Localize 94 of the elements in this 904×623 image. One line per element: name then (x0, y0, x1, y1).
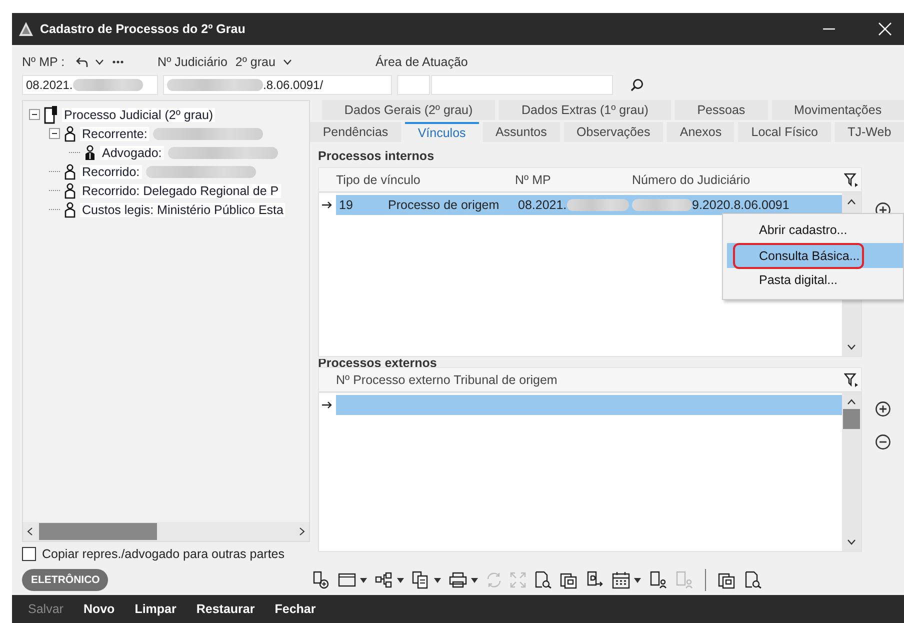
tab[interactable]: Local Físico (738, 122, 831, 142)
caret-icon[interactable] (283, 59, 292, 65)
close-icon[interactable] (878, 22, 892, 36)
document-add-icon[interactable] (312, 571, 330, 589)
tab[interactable]: Movimentações (772, 100, 904, 120)
footer-button[interactable]: Fechar (274, 602, 316, 616)
document-icon (44, 106, 58, 124)
vertical-scrollbar[interactable] (842, 393, 861, 551)
scrollbar-thumb[interactable] (39, 523, 157, 540)
documents-icon[interactable] (718, 571, 736, 589)
field-label: Nº Judiciário (158, 55, 228, 69)
documents-icon[interactable] (560, 571, 578, 589)
tab[interactable]: Dados Gerais (2º grau) (322, 100, 496, 120)
column-header[interactable]: Número do Judiciário (632, 172, 832, 186)
menu-item[interactable]: Pasta digital... (727, 268, 903, 293)
document-search-icon[interactable] (534, 571, 552, 589)
input-field[interactable]: .8.06.0091/ (163, 75, 392, 95)
printer-icon[interactable] (449, 572, 467, 588)
table-cell-text: 19 (339, 198, 354, 212)
window-icon[interactable] (338, 572, 356, 588)
horizontal-scrollbar[interactable] (23, 522, 309, 541)
collapse-icon[interactable] (29, 109, 40, 120)
lawyer-icon (84, 144, 96, 160)
scroll-up-icon[interactable] (847, 399, 856, 405)
tree-item[interactable]: Recorrente: (80, 126, 150, 140)
logo-icon (18, 21, 34, 37)
person-icon (64, 202, 76, 218)
tree-item[interactable]: Recorrido: (80, 164, 142, 178)
footer-button[interactable]: Limpar (134, 602, 176, 616)
person-icon (64, 164, 76, 180)
column-header[interactable]: Nº Processo externo Tribunal de origem (336, 372, 836, 386)
footer-button[interactable]: Novo (83, 602, 115, 616)
scroll-up-icon[interactable] (847, 199, 856, 205)
current-row-icon (320, 400, 334, 410)
caret-icon[interactable] (94, 59, 104, 65)
table-row[interactable]: 19 Processo de origem 08.2021. 9.2020.8.06.0091 (336, 195, 842, 215)
highlight-outline: Consulta Básica... (733, 242, 864, 268)
tab[interactable]: Pendências (310, 122, 401, 142)
filter-icon[interactable] (844, 172, 858, 186)
input-field[interactable] (397, 75, 430, 95)
filter-icon[interactable] (844, 372, 858, 386)
tree-item[interactable]: Recorrido: Delegado Regional de P (80, 184, 281, 198)
caret-icon[interactable] (397, 578, 404, 582)
checkbox-label[interactable]: Copiar repres./advogado para outras partes (42, 547, 285, 561)
undo-icon[interactable] (74, 56, 89, 68)
input-field[interactable]: 08.2021. (22, 75, 158, 95)
field-label: Área de Atuação (375, 55, 468, 69)
menu-item[interactable]: Abrir cadastro... (727, 218, 903, 243)
caret-icon[interactable] (360, 578, 367, 582)
scroll-down-icon[interactable] (847, 344, 856, 350)
collapse-icon[interactable] (49, 128, 60, 139)
caret-icon[interactable] (434, 578, 441, 582)
hierarchy-icon[interactable] (375, 572, 393, 588)
caret-icon[interactable] (471, 578, 478, 582)
scroll-left-icon[interactable] (27, 527, 33, 536)
tree-item[interactable]: Processo Judicial (2º grau) (62, 108, 216, 122)
scroll-right-icon[interactable] (299, 527, 305, 536)
checkbox[interactable] (22, 547, 36, 561)
table-cell: Processo de origem (388, 198, 500, 212)
footer-button[interactable]: Restaurar (196, 602, 255, 616)
more-icon[interactable] (112, 60, 124, 64)
search-icon[interactable] (630, 78, 644, 92)
scrollbar-thumb[interactable] (843, 409, 860, 429)
copy-icon[interactable] (412, 571, 430, 589)
grade-selector[interactable]: 2º grau (235, 55, 276, 69)
document-search-icon[interactable] (744, 571, 762, 589)
window-title: Cadastro de Processos do 2º Grau (40, 22, 246, 36)
tab[interactable]: TJ-Web (834, 122, 904, 142)
calendar-icon[interactable] (612, 571, 630, 589)
tree-item[interactable]: Advogado: (100, 146, 164, 160)
column-header[interactable]: Tipo de vínculo (336, 172, 515, 186)
field-label: Nº MP : (22, 55, 65, 69)
column-header[interactable]: Nº MP (515, 172, 632, 186)
tab[interactable]: Pessoas (674, 100, 768, 120)
document-person-icon[interactable] (649, 571, 667, 589)
person-icon (64, 182, 76, 198)
section-title: Processos internos (318, 148, 436, 165)
add-icon[interactable] (875, 401, 891, 417)
remove-icon[interactable] (875, 434, 891, 450)
tab[interactable]: Observações (564, 122, 664, 142)
tab[interactable]: Assuntos (482, 122, 560, 142)
input-field[interactable] (431, 75, 613, 95)
table-cell: 9.2020.8.06.0091 (692, 198, 790, 212)
caret-icon[interactable] (634, 578, 641, 582)
person-icon (64, 126, 76, 142)
tree-item[interactable]: Custos legis: Ministério Público Esta (80, 202, 286, 216)
current-row-icon (320, 200, 334, 210)
document-arrow-icon[interactable] (586, 571, 604, 589)
tab[interactable]: Dados Extras (1º grau) (499, 100, 671, 120)
status-badge: ELETRÔNICO (22, 569, 108, 591)
tab[interactable]: Anexos (667, 122, 734, 142)
scroll-down-icon[interactable] (847, 539, 856, 545)
table-cell: 08.2021. (518, 198, 567, 212)
menu-item[interactable]: Consulta Básica... (727, 243, 903, 268)
